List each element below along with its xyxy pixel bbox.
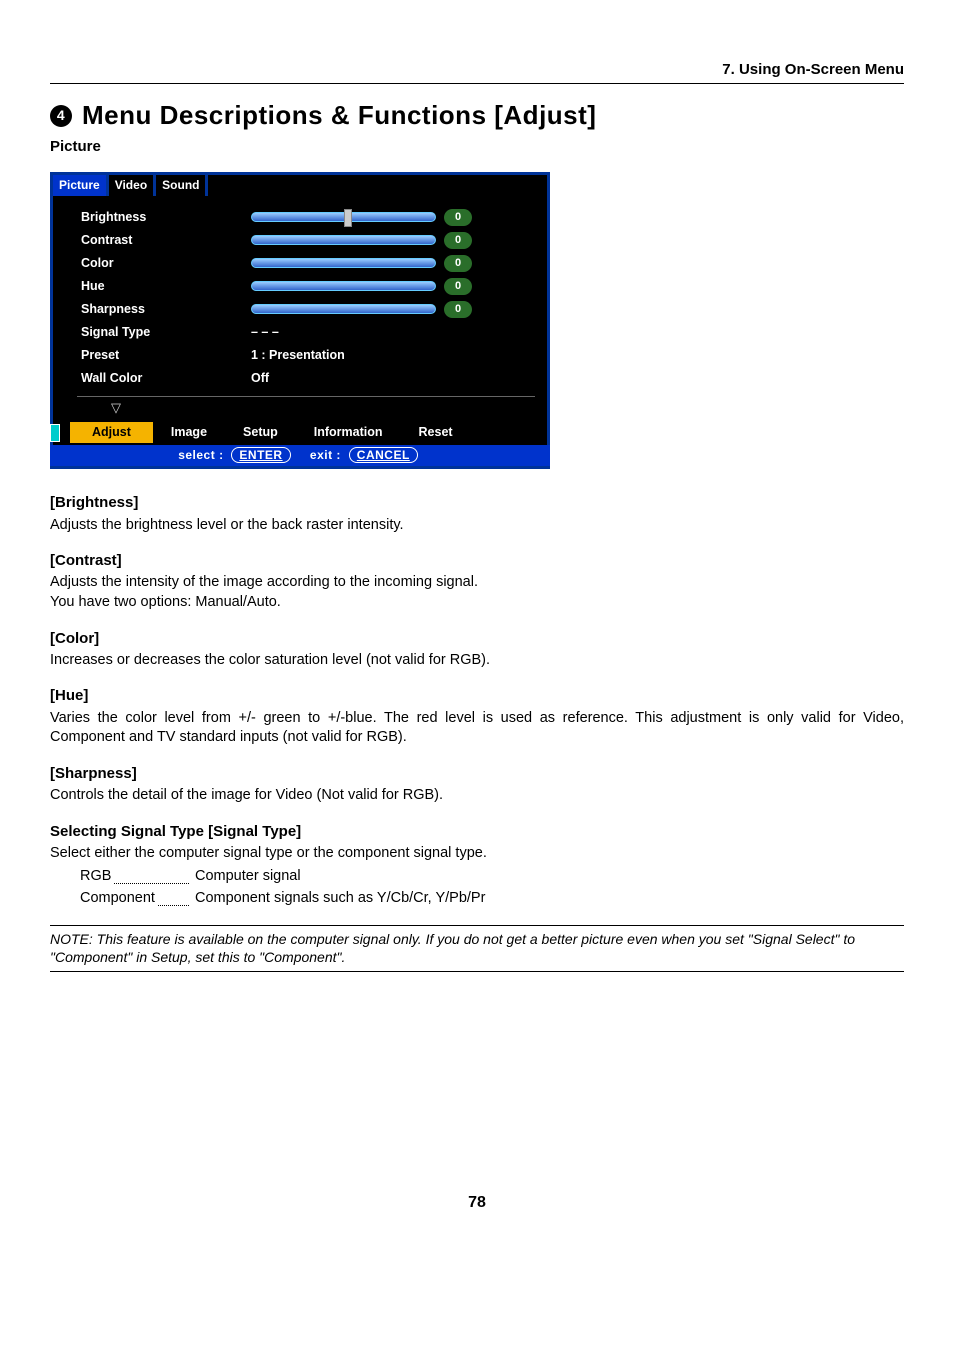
- section-body: Select either the computer signal type o…: [50, 844, 904, 864]
- section-heading: [Hue]: [50, 686, 904, 706]
- section-brightness: [Brightness] Adjusts the brightness leve…: [50, 493, 904, 535]
- section-heading: Selecting Signal Type [Signal Type]: [50, 822, 904, 842]
- section-color: [Color] Increases or decreases the color…: [50, 629, 904, 671]
- def-row-component: Component Component signals such as Y/Cb…: [80, 889, 904, 909]
- osd-rows: Brightness 0 Contrast 0 Color 0 Hue 0 Sh…: [53, 202, 547, 392]
- slider-value: 0: [444, 255, 472, 272]
- slider-track[interactable]: [251, 304, 436, 314]
- osd-corner-icon: [50, 424, 60, 442]
- osd-value: 1 : Presentation: [251, 347, 345, 364]
- osd-tab-video[interactable]: Video: [106, 172, 156, 196]
- osd-tab-row: Picture Video Sound: [50, 172, 547, 196]
- osd-label: Signal Type: [81, 324, 251, 341]
- osd-screenshot: Picture Video Sound Brightness 0 Contras…: [50, 172, 550, 470]
- menu-item-reset[interactable]: Reset: [401, 422, 471, 443]
- menu-item-image[interactable]: Image: [153, 422, 225, 443]
- hint-exit-label: exit :: [310, 448, 341, 462]
- menu-item-information[interactable]: Information: [296, 422, 401, 443]
- slider-value: 0: [444, 209, 472, 226]
- osd-row-hue[interactable]: Hue 0: [81, 275, 533, 298]
- section-hue: [Hue] Varies the color level from +/- gr…: [50, 686, 904, 747]
- section-sharpness: [Sharpness] Controls the detail of the i…: [50, 764, 904, 806]
- osd-label: Wall Color: [81, 370, 251, 387]
- osd-row-brightness[interactable]: Brightness 0: [81, 206, 533, 229]
- def-term: Component: [80, 890, 157, 906]
- sub-heading: Picture: [50, 137, 904, 157]
- slider-value: 0: [444, 301, 472, 318]
- osd-hints: select : ENTER exit : CANCEL: [50, 445, 550, 466]
- chapter-header: 7. Using On-Screen Menu: [50, 60, 904, 84]
- osd-value: Off: [251, 370, 269, 387]
- section-contrast: [Contrast] Adjusts the intensity of the …: [50, 551, 904, 612]
- osd-tab-sound[interactable]: Sound: [153, 172, 208, 196]
- osd-label: Preset: [81, 347, 251, 364]
- osd-label: Sharpness: [81, 301, 251, 318]
- section-body: Adjusts the brightness level or the back…: [50, 516, 904, 536]
- section-body: Increases or decreases the color saturat…: [50, 651, 904, 671]
- osd-menu-bar: Adjust Image Setup Information Reset: [50, 420, 550, 445]
- scroll-down-icon[interactable]: ▽: [53, 397, 547, 421]
- section-number-badge: 4: [50, 105, 72, 127]
- slider-track[interactable]: [251, 235, 436, 245]
- slider-value: 0: [444, 232, 472, 249]
- menu-item-adjust[interactable]: Adjust: [70, 422, 153, 443]
- section-heading: [Color]: [50, 629, 904, 649]
- def-desc: Computer signal: [195, 867, 301, 887]
- hint-enter-key: ENTER: [231, 447, 290, 463]
- osd-row-color[interactable]: Color 0: [81, 252, 533, 275]
- page-number: 78: [50, 1192, 904, 1214]
- slider-value: 0: [444, 278, 472, 295]
- osd-row-signal-type[interactable]: Signal Type – – –: [81, 321, 533, 344]
- section-body: Varies the color level from +/- green to…: [50, 709, 904, 748]
- section-heading: [Sharpness]: [50, 764, 904, 784]
- osd-label: Contrast: [81, 232, 251, 249]
- note-block: NOTE: This feature is available on the c…: [50, 925, 904, 973]
- slider-knob[interactable]: [344, 209, 352, 227]
- osd-value: – – –: [251, 324, 279, 341]
- def-term: RGB: [80, 868, 113, 884]
- osd-tab-picture[interactable]: Picture: [50, 172, 109, 196]
- section-signal-type: Selecting Signal Type [Signal Type] Sele…: [50, 822, 904, 909]
- section-body: Controls the detail of the image for Vid…: [50, 786, 904, 806]
- slider-track[interactable]: [251, 212, 436, 222]
- hint-cancel-key: CANCEL: [349, 447, 418, 463]
- section-heading: [Contrast]: [50, 551, 904, 571]
- page-title-text: Menu Descriptions & Functions [Adjust]: [82, 98, 596, 133]
- osd-row-sharpness[interactable]: Sharpness 0: [81, 298, 533, 321]
- menu-item-setup[interactable]: Setup: [225, 422, 296, 443]
- section-heading: [Brightness]: [50, 493, 904, 513]
- osd-row-contrast[interactable]: Contrast 0: [81, 229, 533, 252]
- definition-list: RGB Computer signal Component Component …: [50, 867, 904, 908]
- section-body: You have two options: Manual/Auto.: [50, 593, 904, 613]
- hint-select-label: select :: [178, 448, 223, 462]
- def-desc: Component signals such as Y/Cb/Cr, Y/Pb/…: [195, 889, 485, 909]
- osd-row-wall-color[interactable]: Wall Color Off: [81, 367, 533, 390]
- osd-label: Brightness: [81, 209, 251, 226]
- section-body: Adjusts the intensity of the image accor…: [50, 573, 904, 593]
- osd-label: Hue: [81, 278, 251, 295]
- def-row-rgb: RGB Computer signal: [80, 867, 904, 887]
- page-title: 4 Menu Descriptions & Functions [Adjust]: [50, 98, 904, 133]
- osd-row-preset[interactable]: Preset 1 : Presentation: [81, 344, 533, 367]
- osd-label: Color: [81, 255, 251, 272]
- slider-track[interactable]: [251, 281, 436, 291]
- slider-track[interactable]: [251, 258, 436, 268]
